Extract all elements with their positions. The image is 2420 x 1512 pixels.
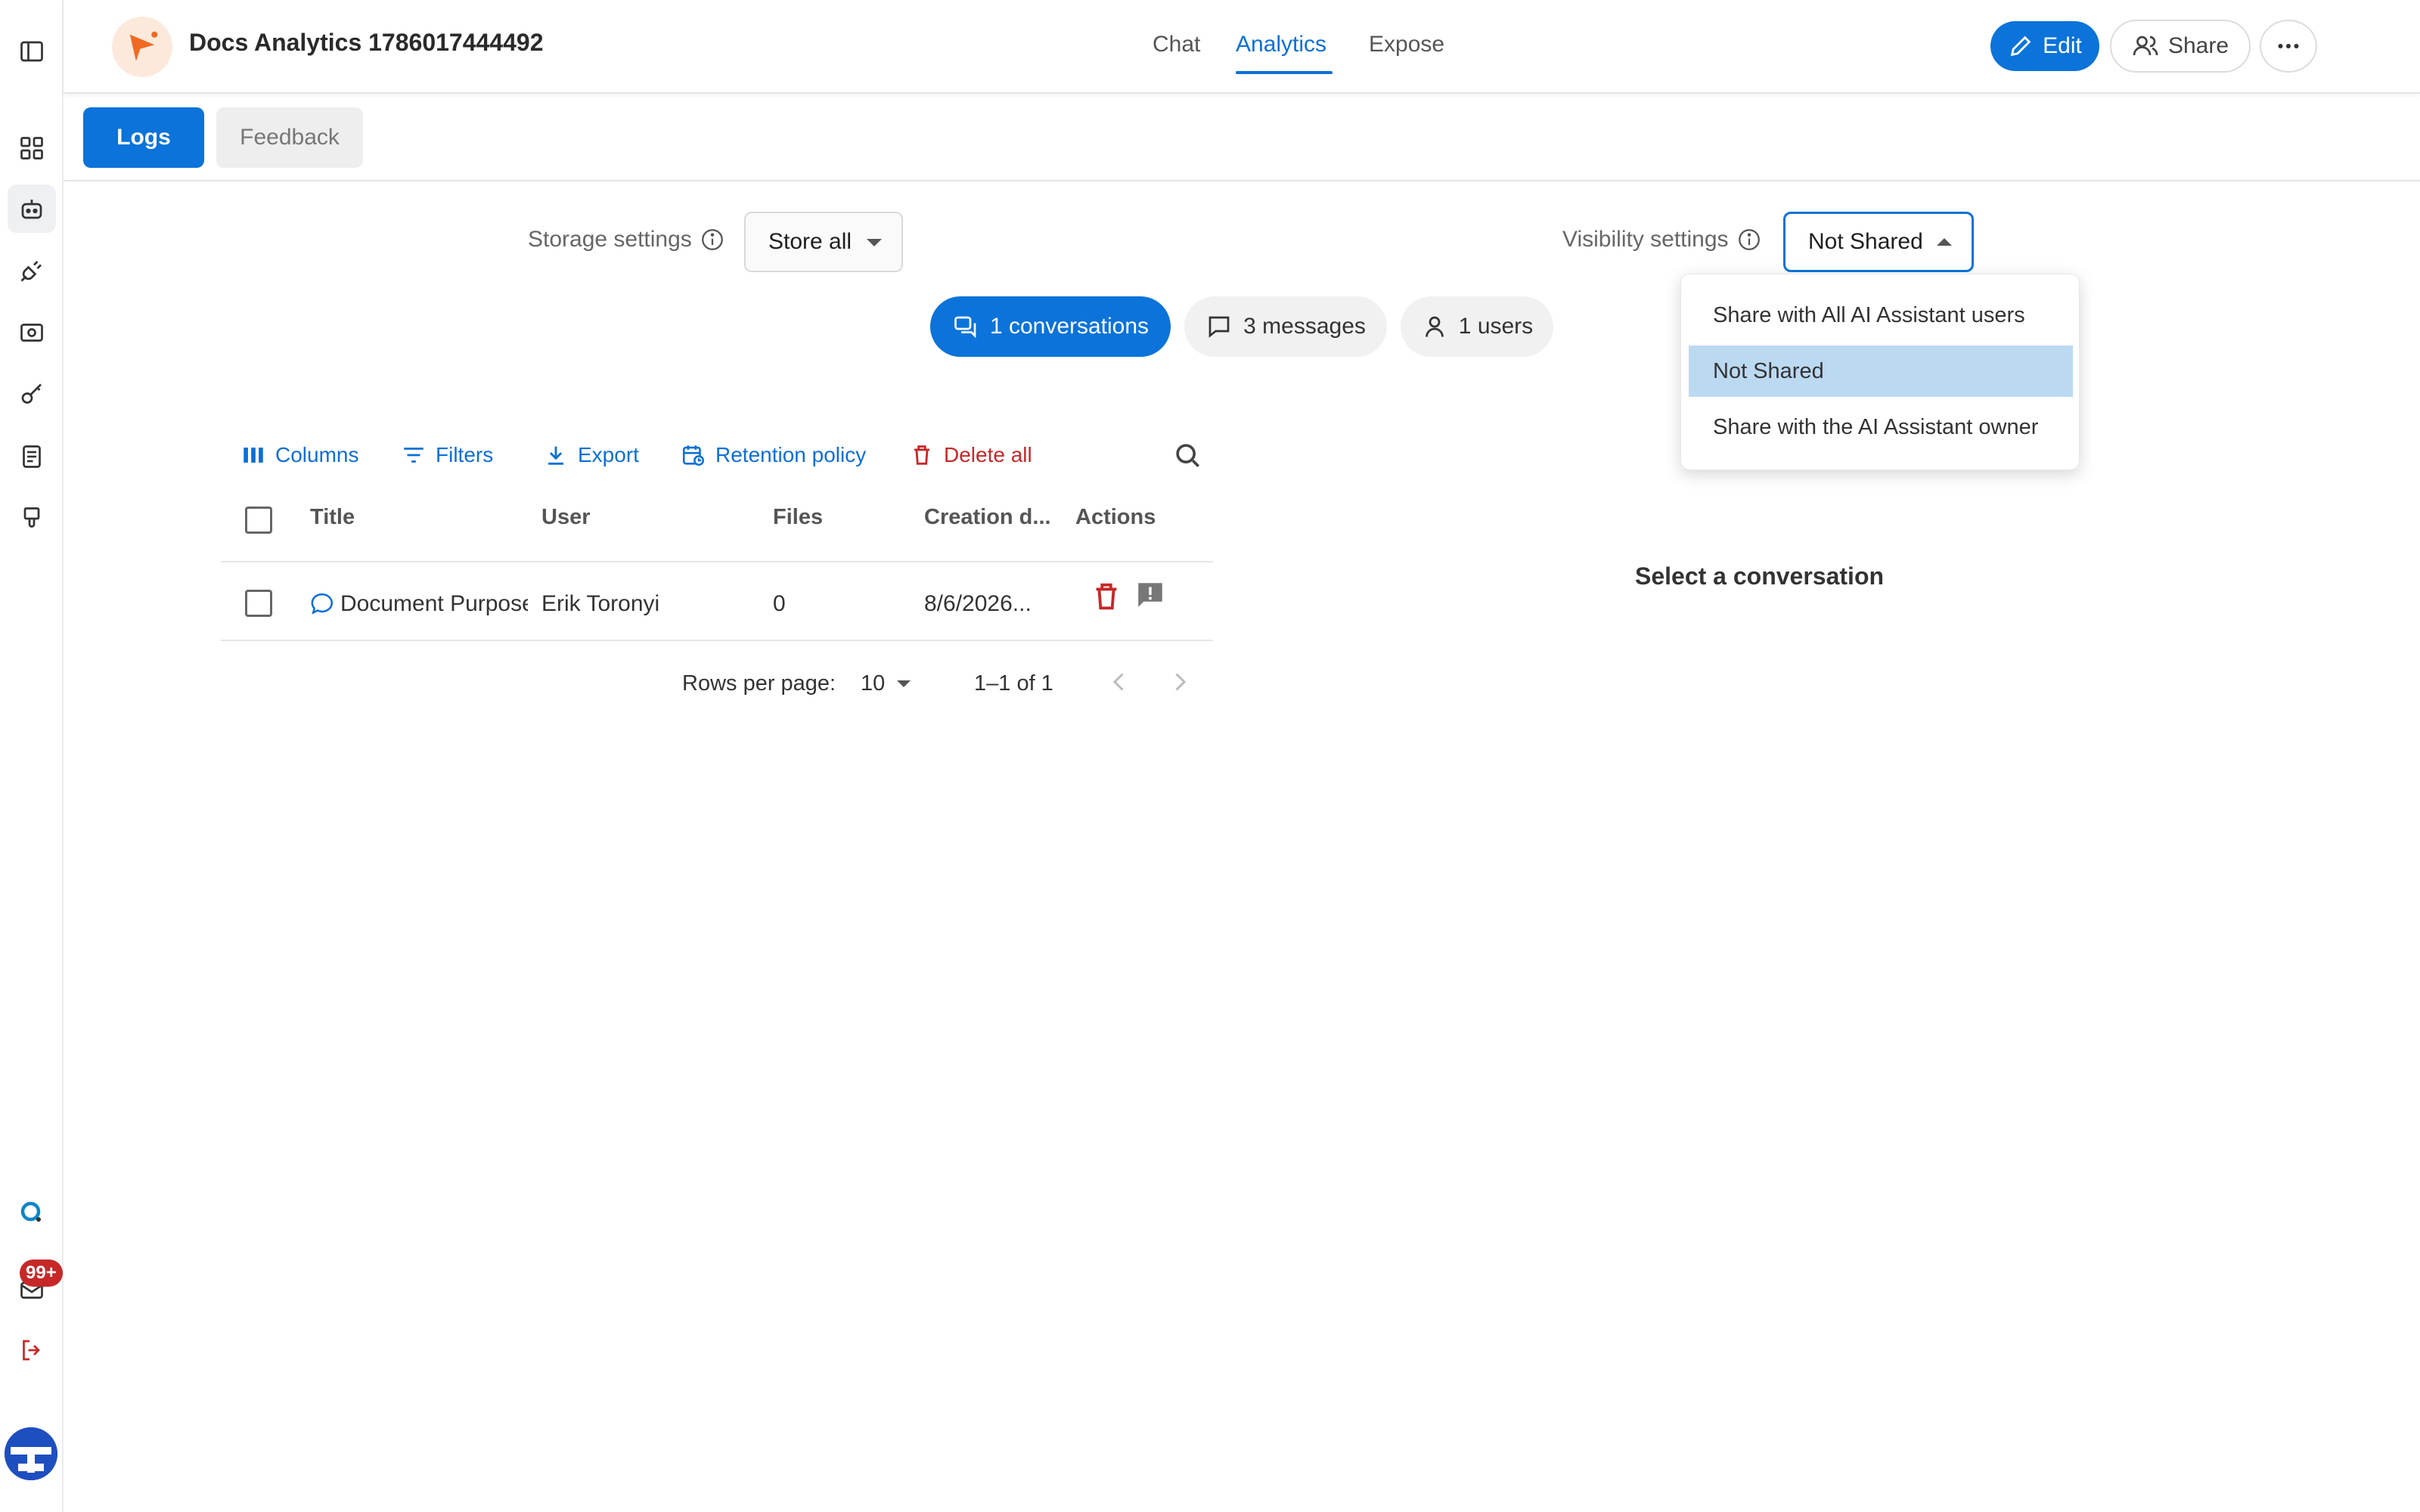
dashboard-icon[interactable] [8, 124, 56, 172]
columns-button[interactable]: Columns [240, 440, 358, 470]
export-button[interactable]: Export [543, 440, 639, 470]
search-icon[interactable] [1171, 438, 1204, 472]
visibility-option-not-shared[interactable]: Not Shared [1689, 345, 2073, 397]
logout-icon[interactable] [8, 1326, 56, 1374]
row-creation-date: 8/6/2026... [924, 591, 1032, 616]
active-tab-indicator [1236, 71, 1333, 74]
chat-bubble-icon [311, 593, 334, 615]
pagination-range: 1–1 of 1 [974, 671, 1053, 696]
message-icon [1208, 316, 1230, 338]
delete-row-icon[interactable] [1089, 579, 1124, 614]
row-user: Erik Toronyi [541, 591, 660, 616]
column-header-actions: Actions [1075, 505, 1156, 529]
conversations-chip[interactable]: 1 conversations [930, 296, 1171, 357]
export-label: Export [578, 443, 639, 466]
storage-settings-label: Storage settings [528, 227, 725, 253]
notification-badge: 99+ [20, 1259, 63, 1287]
edit-label: Edit [2043, 33, 2082, 58]
sub-tab-bar [64, 94, 2420, 181]
trash-icon [914, 445, 929, 465]
brush-icon[interactable] [8, 494, 56, 543]
storage-select[interactable]: Store all [744, 212, 903, 272]
columns-label: Columns [275, 443, 359, 466]
filters-label: Filters [436, 443, 494, 466]
visibility-option-all-users[interactable]: Share with All AI Assistant users [1689, 290, 2073, 341]
row-title[interactable]: Document Purpose [340, 591, 528, 617]
visibility-option-owner[interactable]: Share with the AI Assistant owner [1689, 401, 2073, 453]
more-options-button[interactable] [2260, 20, 2317, 73]
share-button[interactable]: Share [2110, 20, 2251, 73]
more-horizontal-icon [2278, 44, 2299, 48]
conversations-count: 1 conversations [989, 314, 1150, 339]
retention-policy-label: Retention policy [715, 443, 867, 466]
rows-per-page-label: Rows per page: [682, 671, 836, 696]
calendar-clock-icon [682, 445, 705, 466]
column-header-files[interactable]: Files [773, 505, 823, 530]
tab-feedback[interactable]: Feedback [216, 107, 363, 168]
support-icon[interactable] [8, 1188, 56, 1237]
users-icon [2133, 36, 2158, 56]
visibility-select[interactable]: Not Shared [1783, 212, 1974, 272]
user-avatar[interactable] [5, 1427, 57, 1480]
chevron-down-icon [897, 680, 911, 687]
row-files: 0 [773, 591, 786, 616]
info-icon[interactable] [700, 227, 725, 253]
row-divider [221, 640, 1213, 641]
tab-chat[interactable]: Chat [1153, 32, 1200, 57]
document-icon[interactable] [8, 432, 56, 481]
columns-icon [244, 448, 263, 463]
messages-chip[interactable]: 3 messages [1184, 296, 1387, 357]
left-rail: 99+ [0, 0, 64, 1512]
visibility-settings-label: Visibility settings [1562, 227, 1762, 253]
next-page-icon[interactable] [1166, 668, 1193, 696]
chevron-up-icon [1937, 238, 1952, 246]
key-icon[interactable] [8, 370, 56, 419]
delete-all-button[interactable]: Delete all [909, 440, 1032, 470]
empty-conversation-message: Select a conversation [1635, 562, 1885, 590]
visibility-select-value: Not Shared [1808, 229, 1923, 254]
tab-logs[interactable]: Logs [83, 107, 204, 168]
info-icon[interactable] [1736, 227, 1762, 253]
pencil-icon [2011, 36, 2031, 57]
retention-policy-button[interactable]: Retention policy [681, 440, 866, 470]
conversations-icon [954, 316, 976, 339]
share-label: Share [2167, 33, 2229, 58]
users-chip[interactable]: 1 users [1401, 296, 1553, 357]
storage-select-value: Store all [768, 229, 852, 254]
row-checkbox[interactable] [245, 590, 272, 617]
plug-icon[interactable] [8, 246, 56, 295]
visibility-settings-text: Visibility settings [1562, 227, 1729, 252]
storage-settings-text: Storage settings [528, 227, 692, 252]
assistant-logo [112, 17, 172, 77]
feedback-icon[interactable] [1134, 579, 1166, 611]
chevron-down-icon [867, 239, 882, 246]
user-icon [1425, 316, 1444, 337]
download-icon [548, 446, 563, 465]
select-all-checkbox[interactable] [245, 507, 272, 534]
edit-button[interactable]: Edit [1990, 21, 2099, 71]
tab-expose[interactable]: Expose [1369, 32, 1444, 57]
model-icon[interactable] [8, 308, 56, 357]
rows-per-page-value: 10 [861, 671, 886, 696]
filters-button[interactable]: Filters [401, 440, 493, 470]
column-header-creation-date[interactable]: Creation d... [924, 505, 1051, 530]
assistant-bot-icon[interactable] [8, 184, 56, 233]
app-title: Docs Analytics 1786017444492 [189, 29, 544, 56]
toggle-sidebar-icon[interactable] [8, 27, 56, 76]
column-header-user[interactable]: User [541, 505, 591, 530]
tab-analytics[interactable]: Analytics [1236, 32, 1326, 57]
users-count: 1 users [1458, 314, 1534, 339]
delete-all-label: Delete all [944, 443, 1032, 466]
visibility-dropdown-menu: Share with All AI Assistant users Not Sh… [1680, 274, 2080, 470]
previous-page-icon[interactable] [1106, 668, 1133, 696]
filter-icon [404, 448, 424, 463]
header-divider [221, 561, 1213, 562]
messages-count: 3 messages [1243, 314, 1366, 339]
column-header-title[interactable]: Title [310, 505, 355, 530]
rows-per-page-select[interactable]: 10 [861, 671, 911, 696]
